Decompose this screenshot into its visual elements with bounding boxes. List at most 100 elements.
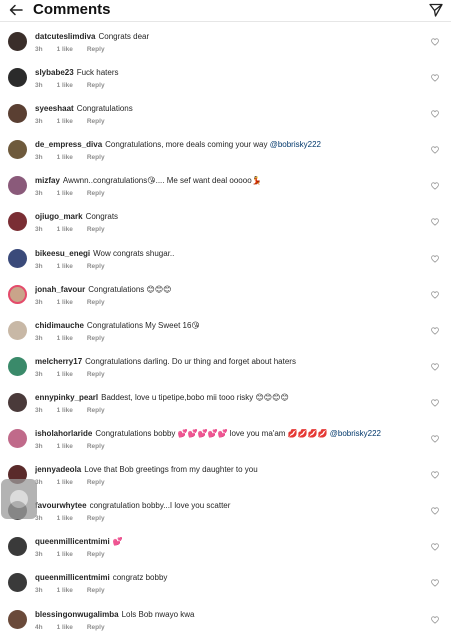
avatar[interactable] <box>8 68 27 88</box>
reply-button[interactable]: Reply <box>87 335 105 342</box>
heart-icon[interactable] <box>431 507 439 515</box>
avatar[interactable] <box>8 392 27 412</box>
comment-username[interactable]: bikeesu_enegi <box>35 249 90 258</box>
comment-time: 3h <box>35 334 43 342</box>
comment-like-count[interactable]: 1 like <box>57 46 73 53</box>
comment-like-count[interactable]: 1 like <box>57 154 73 161</box>
heart-icon[interactable] <box>431 435 439 443</box>
comment-username[interactable]: melcherry17 <box>35 357 82 366</box>
comment-time: 3h <box>35 154 43 162</box>
heart-icon[interactable] <box>431 327 439 335</box>
reply-button[interactable]: Reply <box>87 587 105 594</box>
heart-icon[interactable] <box>431 74 439 82</box>
comment-like-count[interactable]: 1 like <box>57 624 73 631</box>
floating-overlay-button[interactable] <box>1 479 37 519</box>
comment-meta: 3h 1 like Reply <box>35 299 119 306</box>
comment-like-count[interactable]: 1 like <box>57 479 73 486</box>
comment-like-count[interactable]: 1 like <box>57 263 73 270</box>
header-bar: Comments <box>0 0 451 22</box>
comment-like-count[interactable]: 1 like <box>57 299 73 306</box>
reply-button[interactable]: Reply <box>87 515 105 522</box>
heart-icon[interactable] <box>431 182 439 191</box>
heart-icon[interactable] <box>431 218 439 227</box>
reply-button[interactable]: Reply <box>87 82 105 89</box>
avatar[interactable] <box>8 573 27 593</box>
comment-username[interactable]: queenmillicentmimi <box>35 573 110 582</box>
avatar[interactable] <box>8 248 27 268</box>
comment-username[interactable]: chidimauche <box>35 321 84 330</box>
avatar[interactable] <box>8 104 27 124</box>
comment-like-count[interactable]: 1 like <box>57 226 73 233</box>
comment-like-count[interactable]: 1 like <box>57 190 73 197</box>
comment-text: Fuck haters <box>76 68 119 78</box>
avatar[interactable] <box>8 356 27 376</box>
reply-button[interactable]: Reply <box>87 46 105 53</box>
heart-icon[interactable] <box>431 543 439 551</box>
reply-button[interactable]: Reply <box>87 407 105 414</box>
comment-username[interactable]: mizfay <box>35 176 60 185</box>
comment-like-count[interactable]: 1 like <box>57 335 73 342</box>
comment-like-count[interactable]: 1 like <box>57 371 73 378</box>
comment-username[interactable]: blessingonwugalimba <box>35 610 119 619</box>
heart-icon[interactable] <box>431 254 439 263</box>
comment-username[interactable]: de_empress_diva <box>35 140 102 149</box>
reply-button[interactable]: Reply <box>87 154 105 161</box>
comment-like-count[interactable]: 1 like <box>57 443 73 450</box>
comment-like-count[interactable]: 1 like <box>57 551 73 558</box>
comment-username[interactable]: syeeshaat <box>35 104 74 113</box>
comment-like-count[interactable]: 1 like <box>57 515 73 522</box>
reply-button[interactable]: Reply <box>87 263 105 270</box>
comment-row: slybabe23 Fuck haters 3h 1 like Reply <box>0 60 451 96</box>
reply-button[interactable]: Reply <box>87 299 105 306</box>
comment-time: 3h <box>35 515 43 523</box>
reply-button[interactable]: Reply <box>87 479 105 486</box>
comment-like-count[interactable]: 1 like <box>57 587 73 594</box>
reply-button[interactable]: Reply <box>87 226 105 233</box>
avatar[interactable] <box>8 176 27 196</box>
comment-username[interactable]: jonah_favour <box>35 285 85 294</box>
comment-like-count[interactable]: 1 like <box>57 118 73 125</box>
reply-button[interactable]: Reply <box>87 118 105 125</box>
avatar[interactable] <box>8 140 27 160</box>
send-icon[interactable] <box>429 3 443 17</box>
comment-username[interactable]: slybabe23 <box>35 68 74 77</box>
reply-button[interactable]: Reply <box>87 190 105 197</box>
avatar[interactable] <box>8 537 27 557</box>
comment-username[interactable]: ennypinky_pearl <box>35 393 98 402</box>
reply-button[interactable]: Reply <box>87 443 105 450</box>
comment-meta: 3h 1 like Reply <box>35 118 119 125</box>
comment-time: 3h <box>35 46 43 53</box>
back-arrow-icon[interactable] <box>9 3 23 17</box>
reply-button[interactable]: Reply <box>87 371 105 378</box>
comment-meta: 3h 1 like Reply <box>35 443 119 450</box>
avatar[interactable] <box>8 609 27 629</box>
comment-mention[interactable]: @bobrisky222 <box>270 140 321 149</box>
comment-username[interactable]: isholahorlaride <box>35 429 92 438</box>
avatar[interactable] <box>8 284 27 304</box>
heart-icon[interactable] <box>431 110 439 118</box>
comment-username[interactable]: datcuteslimdiva <box>35 32 95 41</box>
comment-like-count[interactable]: 1 like <box>57 82 73 89</box>
heart-icon[interactable] <box>431 399 439 407</box>
heart-icon[interactable] <box>431 471 439 479</box>
avatar[interactable] <box>8 429 27 449</box>
avatar[interactable] <box>8 32 27 51</box>
comment-username[interactable]: favourwhytee <box>35 501 87 510</box>
comment-username[interactable]: ojiugo_mark <box>35 212 83 221</box>
heart-icon[interactable] <box>431 291 439 299</box>
comment-time: 3h <box>35 82 43 90</box>
comment-like-count[interactable]: 1 like <box>57 407 73 414</box>
heart-icon[interactable] <box>431 363 439 371</box>
heart-icon[interactable] <box>431 38 439 46</box>
comment-username[interactable]: jennyadeola <box>35 465 81 474</box>
heart-icon[interactable] <box>431 579 439 588</box>
heart-icon[interactable] <box>431 146 439 154</box>
avatar[interactable] <box>8 212 27 232</box>
comment-body: melcherry17 Congratulations darling. Do u… <box>35 357 425 367</box>
comment-username[interactable]: queenmillicentmimi <box>35 537 110 546</box>
avatar[interactable] <box>8 320 27 340</box>
comment-mention[interactable]: @bobrisky222 <box>330 429 381 438</box>
heart-icon[interactable] <box>431 615 439 624</box>
reply-button[interactable]: Reply <box>87 551 105 558</box>
reply-button[interactable]: Reply <box>87 624 105 631</box>
